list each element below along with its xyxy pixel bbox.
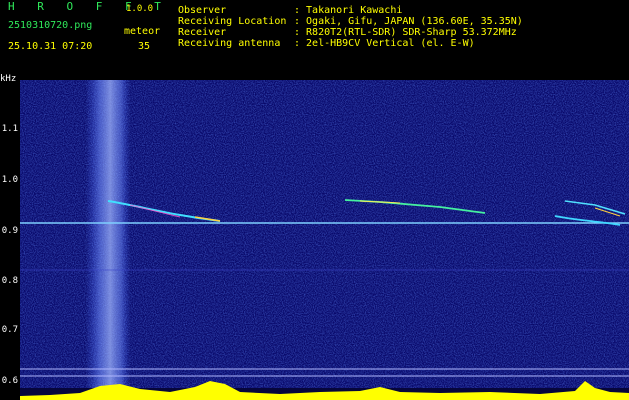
info-key: Receiver [178, 27, 227, 38]
y-tick-label: 0.9 [1, 226, 18, 236]
y-tick-label: 1.1 [1, 124, 18, 134]
y-tick-label: 0.8 [1, 276, 18, 286]
app-version: 1.0.0 [126, 4, 154, 14]
hrofft-window: H R O F F T 1.0.0 2510310720.png meteor … [0, 0, 629, 400]
info-value: : R820T2(RTL-SDR) SDR-Sharp 53.372MHz [294, 27, 517, 38]
file-name: 2510310720.png [8, 20, 93, 31]
info-value: : 2el-HB9CV Vertical (el. E-W) [294, 38, 475, 49]
info-key: Observer [178, 5, 227, 16]
date-time: 25.10.31 07:20 [8, 41, 93, 52]
spectrogram [20, 80, 629, 400]
station-info: Observer : Takanori Kawachi Receiving Lo… [178, 5, 523, 49]
meteor-count: 35 [138, 41, 151, 52]
y-tick-label: 0.7 [1, 325, 18, 335]
info-key: Receiving Location [178, 16, 287, 27]
interference-band-noise [86, 80, 130, 392]
y-tick-label: 1.0 [1, 175, 18, 185]
info-value: : Ogaki, Gifu, JAPAN (136.60E, 35.35N) [294, 16, 523, 27]
info-key: Receiving antenna [178, 38, 281, 49]
y-axis-unit: kHz [0, 74, 17, 84]
meteor-label: meteor [124, 26, 161, 37]
info-row-location: Receiving Location : Ogaki, Gifu, JAPAN … [178, 16, 523, 27]
info-row-receiver: Receiver : R820T2(RTL-SDR) SDR-Sharp 53.… [178, 27, 523, 38]
y-tick-label: 0.6 [1, 376, 18, 386]
info-value: : Takanori Kawachi [294, 5, 403, 16]
info-row-observer: Observer : Takanori Kawachi [178, 5, 523, 16]
info-row-antenna: Receiving antenna : 2el-HB9CV Vertical (… [178, 38, 523, 49]
